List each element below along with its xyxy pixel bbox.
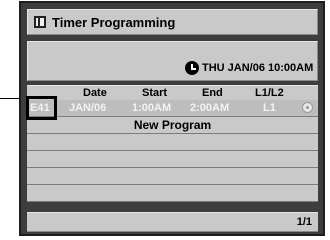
program-start: 1:00AM — [132, 102, 172, 114]
timer-programming-screen: Timer Programming THU JAN/06 10:00AM Dat… — [19, 1, 325, 236]
disc-icon — [302, 102, 313, 113]
new-program-label: New Program — [133, 118, 212, 132]
document-icon — [34, 16, 46, 28]
current-datetime: THU JAN/06 10:00AM — [202, 62, 314, 74]
empty-row[interactable] — [27, 134, 318, 151]
empty-row[interactable] — [27, 151, 318, 168]
page-title: Timer Programming — [52, 15, 176, 30]
info-panel: THU JAN/06 10:00AM — [27, 41, 318, 81]
column-date: Date — [83, 87, 107, 99]
program-input: L1 — [263, 102, 276, 114]
new-program-row[interactable]: New Program — [27, 117, 318, 134]
pagination-bar: 1/1 — [27, 212, 318, 232]
column-l1-l2: L1/L2 — [255, 87, 284, 99]
empty-row[interactable] — [27, 168, 318, 185]
column-header-row: Date Start End L1/L2 — [27, 85, 318, 100]
column-end: End — [202, 87, 223, 99]
program-date: JAN/06 — [69, 102, 107, 114]
program-id-highlight — [26, 96, 57, 120]
page-indicator: 1/1 — [296, 216, 312, 228]
clock-icon — [185, 61, 199, 75]
program-row[interactable]: E41 JAN/06 1:00AM 2:00AM L1 — [27, 100, 318, 117]
column-start: Start — [142, 87, 168, 99]
title-bar: Timer Programming — [27, 9, 318, 35]
program-end: 2:00AM — [190, 102, 230, 114]
empty-row[interactable] — [27, 185, 318, 202]
